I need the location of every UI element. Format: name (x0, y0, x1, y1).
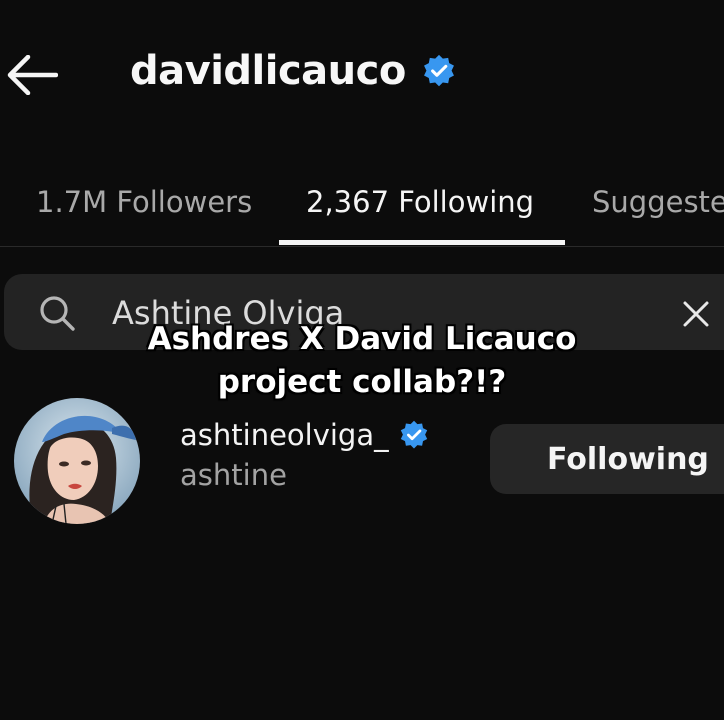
result-fullname: ashtine (180, 458, 287, 492)
tab-followers[interactable]: 1.7M Followers (36, 170, 252, 234)
verified-badge-icon (400, 420, 427, 449)
avatar-image (14, 398, 140, 524)
active-tab-indicator (279, 240, 565, 245)
tab-suggested[interactable]: Suggested (592, 170, 724, 234)
search-bar (4, 274, 724, 350)
arrow-left-icon (7, 55, 58, 95)
title-group: davidlicauco (130, 48, 456, 94)
following-button[interactable]: Following (490, 424, 724, 494)
close-icon[interactable] (680, 298, 712, 330)
verified-badge-icon (423, 54, 454, 87)
tab-following[interactable]: 2,367 Following (306, 170, 534, 234)
result-username: ashtineolviga_ (180, 418, 389, 452)
follow-tabs: 1.7M Followers 2,367 Following Suggested (0, 160, 724, 247)
back-button[interactable] (4, 50, 60, 100)
list-item[interactable]: ashtineolviga_ ashtine Following (0, 396, 724, 526)
profile-title: davidlicauco (130, 48, 406, 94)
avatar[interactable] (14, 398, 140, 524)
search-icon (40, 296, 75, 331)
search-input[interactable] (112, 288, 632, 338)
profile-header: davidlicauco (0, 40, 724, 112)
result-username-group[interactable]: ashtineolviga_ (180, 418, 429, 452)
